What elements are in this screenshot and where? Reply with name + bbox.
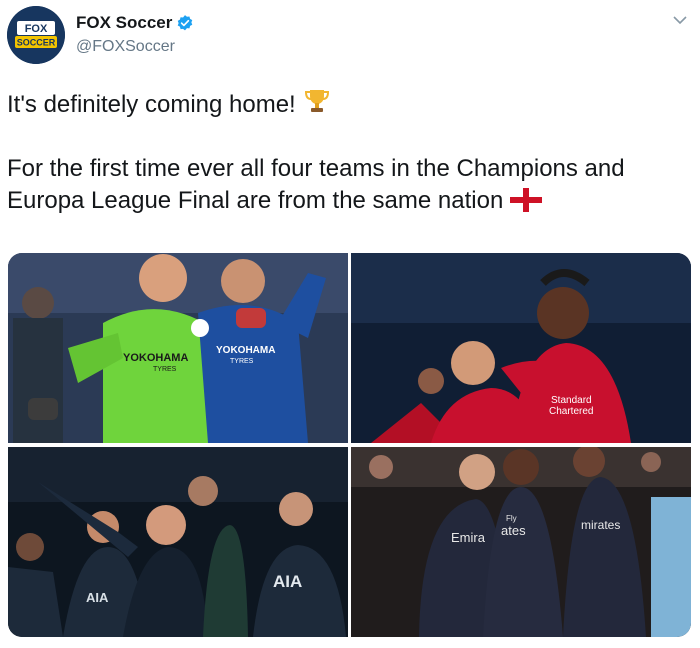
avatar-text-bottom: SOCCER: [17, 38, 56, 48]
avatar[interactable]: FOX SOCCER: [7, 6, 65, 64]
fox-soccer-logo: FOX SOCCER: [7, 6, 65, 64]
chelsea-kit-sponsor-2-sub: TYRES: [230, 358, 254, 365]
handle[interactable]: @FOXSoccer: [76, 38, 175, 56]
display-name[interactable]: FOX Soccer: [76, 13, 172, 33]
tottenham-kit-sponsor-2: AIA: [273, 572, 302, 591]
england-flag-icon: [509, 188, 542, 212]
avatar-text-top: FOX: [25, 23, 48, 35]
photo-arsenal-celebration[interactable]: Emira Fly ates mirates: [351, 447, 691, 637]
more-options-caret-icon[interactable]: [672, 12, 688, 28]
tweet-line-2: For the first time ever all four teams i…: [7, 153, 687, 217]
photo-chelsea-celebration[interactable]: YOKOHAMA TYRES YOKOHAMA TYRES: [8, 253, 348, 443]
chelsea-kit-sponsor-1: YOKOHAMA: [123, 352, 188, 364]
liverpool-kit-sponsor: Standard: [551, 395, 592, 406]
chelsea-kit-sponsor-2: YOKOHAMA: [216, 345, 275, 356]
tottenham-kit-sponsor-1: AIA: [86, 590, 109, 605]
trophy-icon: [305, 90, 330, 112]
arsenal-kit-sponsor-2: ates: [501, 523, 526, 538]
arsenal-kit-sponsor-3: mirates: [581, 518, 620, 532]
liverpool-kit-sponsor-2: Chartered: [549, 406, 593, 417]
photo-tottenham-celebration[interactable]: AIA AIA: [8, 447, 348, 637]
photo-liverpool-celebration[interactable]: Standard Chartered: [351, 253, 691, 443]
photo-grid: YOKOHAMA TYRES YOKOHAMA TYRES Standard C…: [8, 253, 691, 637]
tweet-line-1-text: It's definitely coming home!: [7, 91, 296, 118]
verified-badge-icon: [178, 15, 193, 31]
arsenal-kit-fly: Fly: [506, 514, 517, 523]
name-row: FOX Soccer: [76, 13, 194, 33]
chelsea-kit-sponsor-1-sub: TYRES: [153, 366, 177, 373]
tweet-text: It's definitely coming home! For the fir…: [7, 86, 687, 217]
tweet-line-1: It's definitely coming home!: [7, 86, 687, 121]
arsenal-kit-sponsor-1: Emira: [451, 530, 486, 545]
